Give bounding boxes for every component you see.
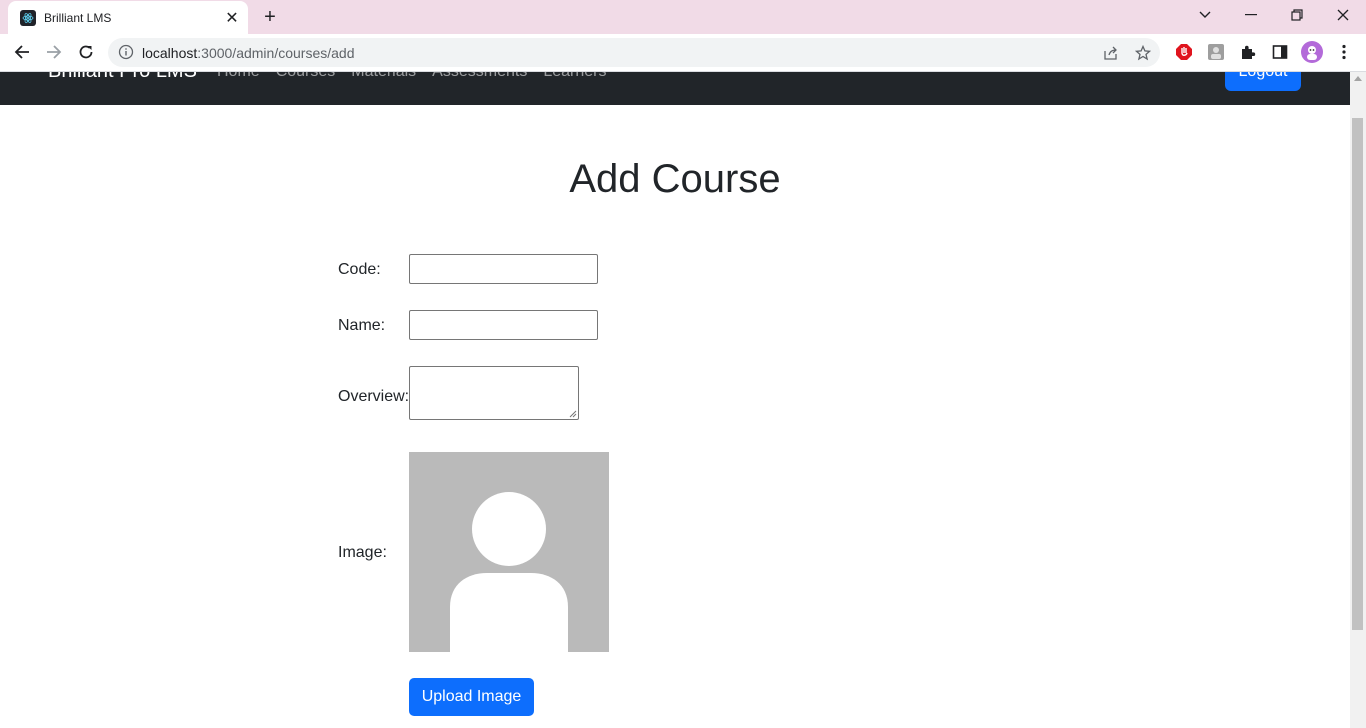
reload-icon[interactable]	[72, 38, 100, 66]
page-scrollbar[interactable]	[1350, 72, 1366, 728]
tab-search-icon[interactable]	[1182, 0, 1228, 30]
site-navbar: Brilliant Pro LMS Home Courses Materials…	[0, 72, 1350, 105]
profile-extension-icon[interactable]	[1205, 41, 1227, 63]
image-label: Image:	[338, 544, 387, 561]
react-logo-icon	[20, 9, 36, 26]
name-input[interactable]	[409, 310, 598, 340]
url-path: :3000/admin/courses/add	[197, 45, 355, 61]
user-silhouette-icon	[450, 492, 568, 652]
adblock-extension-icon[interactable]	[1173, 41, 1195, 63]
scroll-up-arrow-icon[interactable]	[1354, 76, 1362, 81]
chrome-menu-icon[interactable]	[1333, 41, 1355, 63]
navbar-brand[interactable]: Brilliant Pro LMS	[48, 72, 197, 83]
browser-tab[interactable]: Brilliant LMS ✕	[8, 1, 248, 34]
side-panel-icon[interactable]	[1269, 41, 1291, 63]
close-window-icon[interactable]	[1320, 0, 1366, 30]
back-icon[interactable]	[8, 38, 36, 66]
course-image-placeholder	[409, 452, 609, 652]
navbar-links: Home Courses Materials Assessments Learn…	[217, 72, 606, 81]
share-icon[interactable]	[1102, 44, 1120, 62]
name-label: Name:	[338, 317, 386, 334]
url-text: localhost:3000/admin/courses/add	[142, 45, 354, 61]
nav-link-courses[interactable]: Courses	[276, 72, 336, 81]
forward-icon[interactable]	[40, 38, 68, 66]
upload-image-button[interactable]: Upload Image	[409, 678, 534, 716]
site-info-icon[interactable]	[118, 44, 134, 60]
resize-grip-icon[interactable]	[569, 410, 577, 418]
nav-link-materials[interactable]: Materials	[351, 72, 416, 81]
address-bar[interactable]: localhost:3000/admin/courses/add	[108, 38, 1160, 67]
tab-title: Brilliant LMS	[44, 10, 112, 25]
close-tab-icon[interactable]: ✕	[222, 8, 242, 28]
minimize-icon[interactable]	[1228, 0, 1274, 30]
scrollbar-thumb[interactable]	[1352, 118, 1363, 630]
page-viewport: Brilliant Pro LMS Home Courses Materials…	[0, 72, 1350, 728]
url-host: localhost	[142, 45, 198, 61]
overview-label: Overview:	[338, 388, 410, 405]
page-title: Add Course	[569, 157, 781, 201]
code-label: Code:	[338, 261, 381, 278]
profile-avatar-icon[interactable]	[1301, 41, 1323, 63]
new-tab-icon[interactable]: +	[258, 5, 282, 29]
code-input[interactable]	[409, 254, 598, 284]
browser-tab-strip: Brilliant LMS ✕ +	[0, 0, 1366, 34]
logout-button[interactable]: Logout	[1225, 72, 1301, 91]
nav-link-home[interactable]: Home	[217, 72, 260, 81]
extensions-puzzle-icon[interactable]	[1237, 41, 1259, 63]
nav-link-learners[interactable]: Learners	[543, 72, 606, 81]
overview-textarea[interactable]	[409, 366, 579, 420]
bookmark-star-icon[interactable]	[1134, 44, 1152, 62]
nav-link-assessments[interactable]: Assessments	[432, 72, 527, 81]
browser-toolbar: localhost:3000/admin/courses/add	[0, 34, 1366, 72]
restore-icon[interactable]	[1274, 0, 1320, 30]
